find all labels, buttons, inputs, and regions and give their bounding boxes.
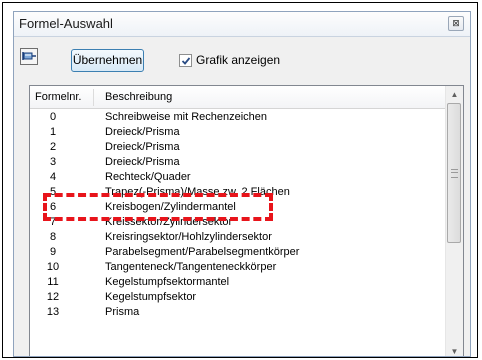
vertical-scrollbar[interactable]: ▲ ▼ (445, 86, 463, 356)
list-rows: 0 Schreibweise mit Rechenzeichen 1 Dreieck/… (30, 110, 446, 320)
formula-description: Kegelstumpfsektor (105, 291, 197, 303)
formula-number: 12 (46, 291, 60, 303)
list-item[interactable]: 11 Kegelstumpfsektormantel (30, 275, 446, 290)
formula-description: Prisma (105, 306, 140, 318)
pin-button[interactable] (20, 48, 38, 65)
close-icon: ⊠ (452, 18, 460, 28)
formula-number: 10 (46, 261, 60, 273)
checkbox-box[interactable] (179, 53, 192, 67)
list-item[interactable]: 1 Dreieck/Prisma (30, 125, 446, 140)
formula-selection-window: Formel-Auswahl ⊠ Übernehmen Grafik anzei… (13, 11, 471, 357)
list-item[interactable]: 3 Dreieck/Prisma (30, 155, 446, 170)
list-item[interactable]: 0 Schreibweise mit Rechenzeichen (30, 110, 446, 125)
list-item[interactable]: 2 Dreieck/Prisma (30, 140, 446, 155)
scrollbar-thumb[interactable] (447, 103, 461, 243)
title-bar[interactable]: Formel-Auswahl ⊠ (14, 12, 470, 37)
formula-description: Tangenteneck/Tangenteneckkörper (105, 261, 277, 273)
column-header-number[interactable]: Formelnr. (35, 86, 81, 108)
column-header-description[interactable]: Beschreibung (105, 86, 172, 108)
list-item[interactable]: 4 Rechteck/Quader (30, 170, 446, 185)
list-header: Formelnr. Beschreibung (30, 86, 446, 109)
formula-description: Dreieck/Prisma (105, 126, 180, 138)
checkmark-icon (181, 56, 191, 65)
formula-description: Dreieck/Prisma (105, 141, 180, 153)
formula-number: 4 (49, 171, 57, 183)
list-item[interactable]: 8 Kreisringsektor/Hohlzylindersektor (30, 230, 446, 245)
formula-list[interactable]: Formelnr. Beschreibung 0 Schreibweise mit… (29, 85, 464, 356)
formula-number: 11 (47, 276, 59, 288)
formula-description: Kreisringsektor/Hohlzylindersektor (105, 231, 272, 243)
list-item[interactable]: 7 Kreissektor/Zylindersektor (30, 215, 446, 230)
formula-description: Dreieck/Prisma (105, 156, 180, 168)
formula-description: Kegelstumpfsektormantel (105, 276, 230, 288)
show-graphic-checkbox[interactable]: Grafik anzeigen (179, 52, 280, 68)
formula-number: 7 (49, 216, 57, 228)
list-item[interactable]: 12 Kegelstumpfsektor (30, 290, 446, 305)
formula-number: 8 (49, 231, 57, 243)
pin-icon (22, 52, 36, 60)
scroll-down-arrow-icon[interactable]: ▼ (446, 343, 463, 356)
grip-icon (451, 169, 458, 178)
formula-description: Kreisbogen/Zylindermantel (105, 201, 236, 213)
formula-number: 1 (49, 126, 57, 138)
formula-description: Parabelsegment/Parabelsegmentkörper (105, 246, 300, 258)
list-item[interactable]: 6 Kreisbogen/Zylindermantel (30, 200, 446, 215)
formula-number: 9 (49, 246, 57, 258)
formula-number: 13 (46, 306, 60, 318)
formula-description: Trapez(-Prisma)/Masse zw. 2 Flächen (105, 186, 290, 198)
formula-number: 0 (49, 111, 57, 123)
formula-number: 2 (49, 141, 57, 153)
formula-description: Rechteck/Quader (105, 171, 191, 183)
close-button[interactable]: ⊠ (448, 16, 464, 31)
screenshot-frame: Formel-Auswahl ⊠ Übernehmen Grafik anzei… (2, 2, 478, 358)
list-item[interactable]: 9 Parabelsegment/Parabelsegmentkörper (30, 245, 446, 260)
formula-number: 5 (49, 186, 57, 198)
formula-number: 6 (49, 201, 57, 213)
formula-description: Kreissektor/Zylindersektor (105, 216, 233, 228)
apply-button[interactable]: Übernehmen (71, 49, 144, 72)
checkbox-label: Grafik anzeigen (196, 53, 281, 67)
list-item[interactable]: 5 Trapez(-Prisma)/Masse zw. 2 Flächen (30, 185, 446, 200)
dialog-body: Übernehmen Grafik anzeigen Formelnr. Bes… (14, 37, 470, 356)
list-item[interactable]: 13 Prisma (30, 305, 446, 320)
column-divider[interactable] (93, 89, 94, 106)
formula-number: 3 (49, 156, 57, 168)
list-item[interactable]: 10 Tangenteneck/Tangenteneckkörper (30, 260, 446, 275)
scroll-up-arrow-icon[interactable]: ▲ (446, 86, 463, 103)
window-title: Formel-Auswahl (19, 16, 113, 31)
formula-description: Schreibweise mit Rechenzeichen (105, 111, 268, 123)
